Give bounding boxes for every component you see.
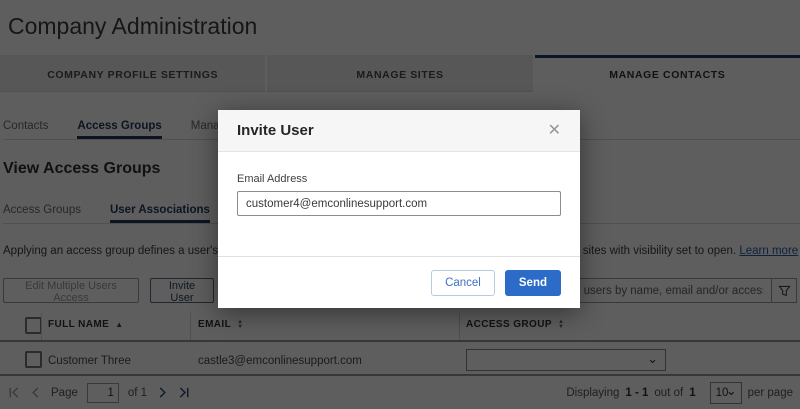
invite-user-modal: Invite User ✕ Email Address Cancel Send bbox=[218, 110, 580, 308]
send-button[interactable]: Send bbox=[505, 270, 561, 296]
modal-footer: Cancel Send bbox=[218, 256, 580, 308]
company-administration-page: Company Administration COMPANY PROFILE S… bbox=[0, 0, 800, 409]
modal-title: Invite User bbox=[237, 122, 314, 139]
modal-header: Invite User ✕ bbox=[218, 110, 580, 152]
modal-body: Email Address bbox=[218, 152, 580, 216]
email-address-label: Email Address bbox=[237, 173, 561, 185]
close-icon[interactable]: ✕ bbox=[548, 123, 561, 139]
email-address-field[interactable] bbox=[237, 191, 561, 216]
cancel-button[interactable]: Cancel bbox=[431, 270, 495, 296]
